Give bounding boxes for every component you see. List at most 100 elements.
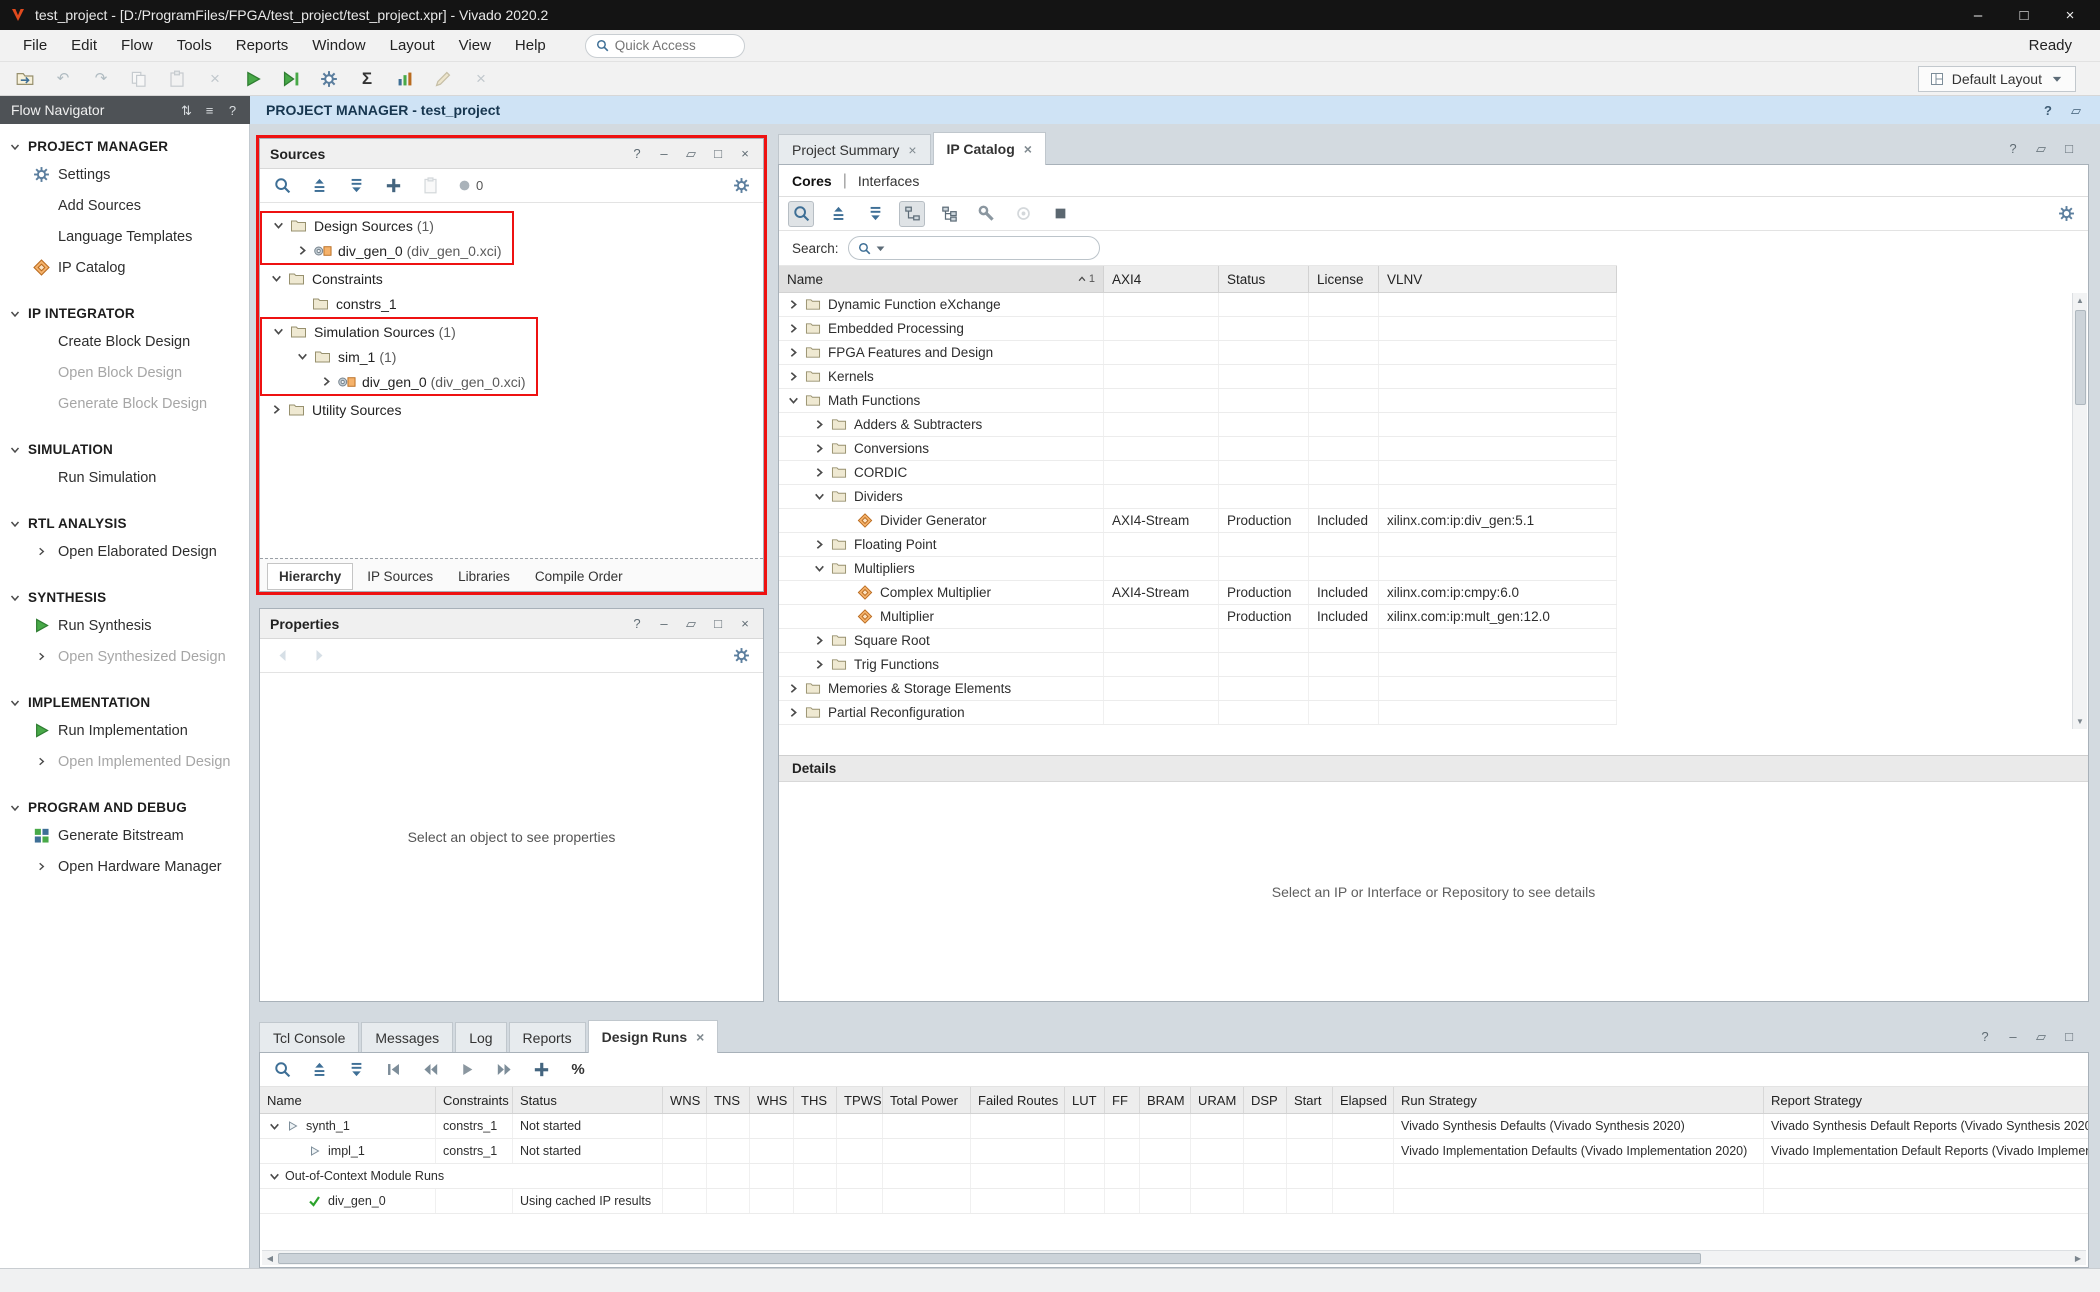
ip-stop-button[interactable]	[1047, 201, 1073, 227]
help-button[interactable]: ?	[226, 104, 239, 117]
nav-item-settings[interactable]: Settings	[0, 159, 249, 190]
runs-column-tpws[interactable]: TPWS	[837, 1087, 883, 1113]
nav-section-header[interactable]: PROJECT MANAGER	[0, 134, 249, 159]
toolbar-open-project-button[interactable]	[12, 66, 38, 92]
nav-item-add-sources[interactable]: Add Sources	[0, 190, 249, 221]
runs-fast-forward-button[interactable]	[491, 1057, 517, 1083]
ip-wrench-button[interactable]	[973, 201, 999, 227]
runs-collapse-all-button[interactable]	[306, 1057, 332, 1083]
sources-expand-all-button[interactable]	[343, 173, 369, 199]
nav-section-header[interactable]: IMPLEMENTATION	[0, 690, 249, 715]
nav-section-header[interactable]: SYNTHESIS	[0, 585, 249, 610]
runs-add-button[interactable]	[528, 1057, 554, 1083]
nav-item-run-synthesis[interactable]: Run Synthesis	[0, 610, 249, 641]
toolbar-undo-button[interactable]: ↶	[50, 66, 76, 92]
runs-column-lut[interactable]: LUT	[1065, 1087, 1105, 1113]
ip-row-embedded-processing[interactable]: Embedded Processing	[779, 317, 1617, 341]
column-header-vlnv[interactable]: VLNV	[1379, 266, 1617, 292]
float-button[interactable]: ▱	[2033, 1028, 2049, 1044]
ip-row-complex-multiplier[interactable]: Complex MultiplierAXI4-StreamProductionI…	[779, 581, 1617, 605]
tab-ip-catalog[interactable]: IP Catalog×	[933, 132, 1046, 165]
runs-column-tns[interactable]: TNS	[707, 1087, 750, 1113]
minimize-button[interactable]: –	[2005, 1028, 2021, 1044]
sources-tab-hierarchy[interactable]: Hierarchy	[267, 563, 353, 590]
sources-tree-row[interactable]: Design Sources(1)	[262, 213, 502, 238]
toolbar-edit-button[interactable]	[430, 66, 456, 92]
menu-item-flow[interactable]: Flow	[110, 33, 164, 58]
sources-search-button[interactable]	[269, 173, 295, 199]
runs-column-wns[interactable]: WNS	[663, 1087, 707, 1113]
sources-panel-header[interactable]: Sources ?–▱□×	[260, 139, 763, 169]
maximize-button[interactable]: □	[710, 616, 726, 632]
ip-target-button[interactable]	[1010, 201, 1036, 227]
tab-project-summary[interactable]: Project Summary×	[778, 134, 931, 164]
help-button[interactable]: ?	[2005, 140, 2021, 156]
runs-column-elapsed[interactable]: Elapsed	[1333, 1087, 1394, 1113]
column-header-license[interactable]: License	[1309, 266, 1379, 292]
float-button[interactable]: ▱	[2033, 140, 2049, 156]
menu-item-file[interactable]: File	[12, 33, 58, 58]
quick-access-input[interactable]	[615, 38, 725, 53]
runs-search-button[interactable]	[269, 1057, 295, 1083]
toolbar-delete-button[interactable]: ×	[202, 66, 228, 92]
sources-tree-row[interactable]: Utility Sources	[260, 397, 763, 422]
toolbar-paste-button[interactable]	[164, 66, 190, 92]
runs-step-back-button[interactable]	[380, 1057, 406, 1083]
properties-back-button[interactable]	[269, 643, 295, 669]
sources-clipboard-button[interactable]	[417, 173, 443, 199]
runs-column-start[interactable]: Start	[1287, 1087, 1333, 1113]
nav-item-open-synthesized-design[interactable]: Open Synthesized Design	[0, 641, 249, 672]
close-button[interactable]: ×	[737, 616, 753, 632]
toolbar-copy-button[interactable]	[126, 66, 152, 92]
ip-expand-all-button[interactable]	[862, 201, 888, 227]
sources-tab-compile-order[interactable]: Compile Order	[524, 564, 634, 589]
help-button[interactable]: ?	[2040, 102, 2056, 118]
toolbar-settings-button[interactable]	[316, 66, 342, 92]
horizontal-scrollbar[interactable]: ◀ ▶	[262, 1250, 2086, 1265]
nav-section-header[interactable]: RTL ANALYSIS	[0, 511, 249, 536]
nav-item-generate-block-design[interactable]: Generate Block Design	[0, 388, 249, 419]
properties-forward-button[interactable]	[306, 643, 332, 669]
menu-item-tools[interactable]: Tools	[166, 33, 223, 58]
ip-row-partial-reconfiguration[interactable]: Partial Reconfiguration	[779, 701, 1617, 725]
scroll-left-arrow[interactable]: ◀	[262, 1254, 278, 1263]
float-button[interactable]: ▱	[683, 146, 699, 162]
runs-column-dsp[interactable]: DSP	[1244, 1087, 1287, 1113]
sources-tree-row[interactable]: constrs_1	[260, 291, 763, 316]
ip-row-multiplier[interactable]: MultiplierProductionIncludedxilinx.com:i…	[779, 605, 1617, 629]
ip-row-cordic[interactable]: CORDIC	[779, 461, 1617, 485]
sources-collapse-all-button[interactable]	[306, 173, 332, 199]
nav-section-header[interactable]: SIMULATION	[0, 437, 249, 462]
nav-item-language-templates[interactable]: Language Templates	[0, 221, 249, 252]
toolbar-sum-button[interactable]: Σ	[354, 66, 380, 92]
runs-column-failed-routes[interactable]: Failed Routes	[971, 1087, 1065, 1113]
float-button[interactable]: ▱	[683, 616, 699, 632]
maximize-button[interactable]: □	[2016, 7, 2032, 23]
minimize-button[interactable]: –	[1970, 7, 1986, 23]
runs-fast-backward-button[interactable]	[417, 1057, 443, 1083]
toolbar-redo-button[interactable]: ↷	[88, 66, 114, 92]
sort-button[interactable]: ⇅	[180, 104, 193, 117]
scroll-right-arrow[interactable]: ▶	[2070, 1254, 2086, 1263]
runs-play-gray-button[interactable]	[454, 1057, 480, 1083]
ip-row-divider-generator[interactable]: Divider GeneratorAXI4-StreamProductionIn…	[779, 509, 1617, 533]
toolbar-step-button[interactable]	[278, 66, 304, 92]
sources-tree-row[interactable]: div_gen_0(div_gen_0.xci)	[262, 369, 526, 394]
runs-column-name[interactable]: Name	[260, 1087, 436, 1113]
sources-tree-row[interactable]: Constraints	[260, 266, 763, 291]
close-icon[interactable]: ×	[908, 143, 916, 157]
float-button[interactable]: ▱	[2068, 102, 2084, 118]
maximize-button[interactable]: □	[2061, 1028, 2077, 1044]
sources-tab-ip-sources[interactable]: IP Sources	[356, 564, 444, 589]
tab-design-runs[interactable]: Design Runs×	[588, 1020, 719, 1053]
ip-row-dividers[interactable]: Dividers	[779, 485, 1617, 509]
ip-search-box[interactable]	[848, 236, 1100, 260]
runs-column-total-power[interactable]: Total Power	[883, 1087, 971, 1113]
ip-row-floating-point[interactable]: Floating Point	[779, 533, 1617, 557]
ip-search-button[interactable]	[788, 201, 814, 227]
menu-item-reports[interactable]: Reports	[225, 33, 300, 58]
nav-item-open-block-design[interactable]: Open Block Design	[0, 357, 249, 388]
sources-add-button[interactable]	[380, 173, 406, 199]
ip-hierarchy-button[interactable]	[899, 201, 925, 227]
run-row-out-of-context-module-runs[interactable]: Out-of-Context Module Runs	[260, 1164, 2088, 1189]
